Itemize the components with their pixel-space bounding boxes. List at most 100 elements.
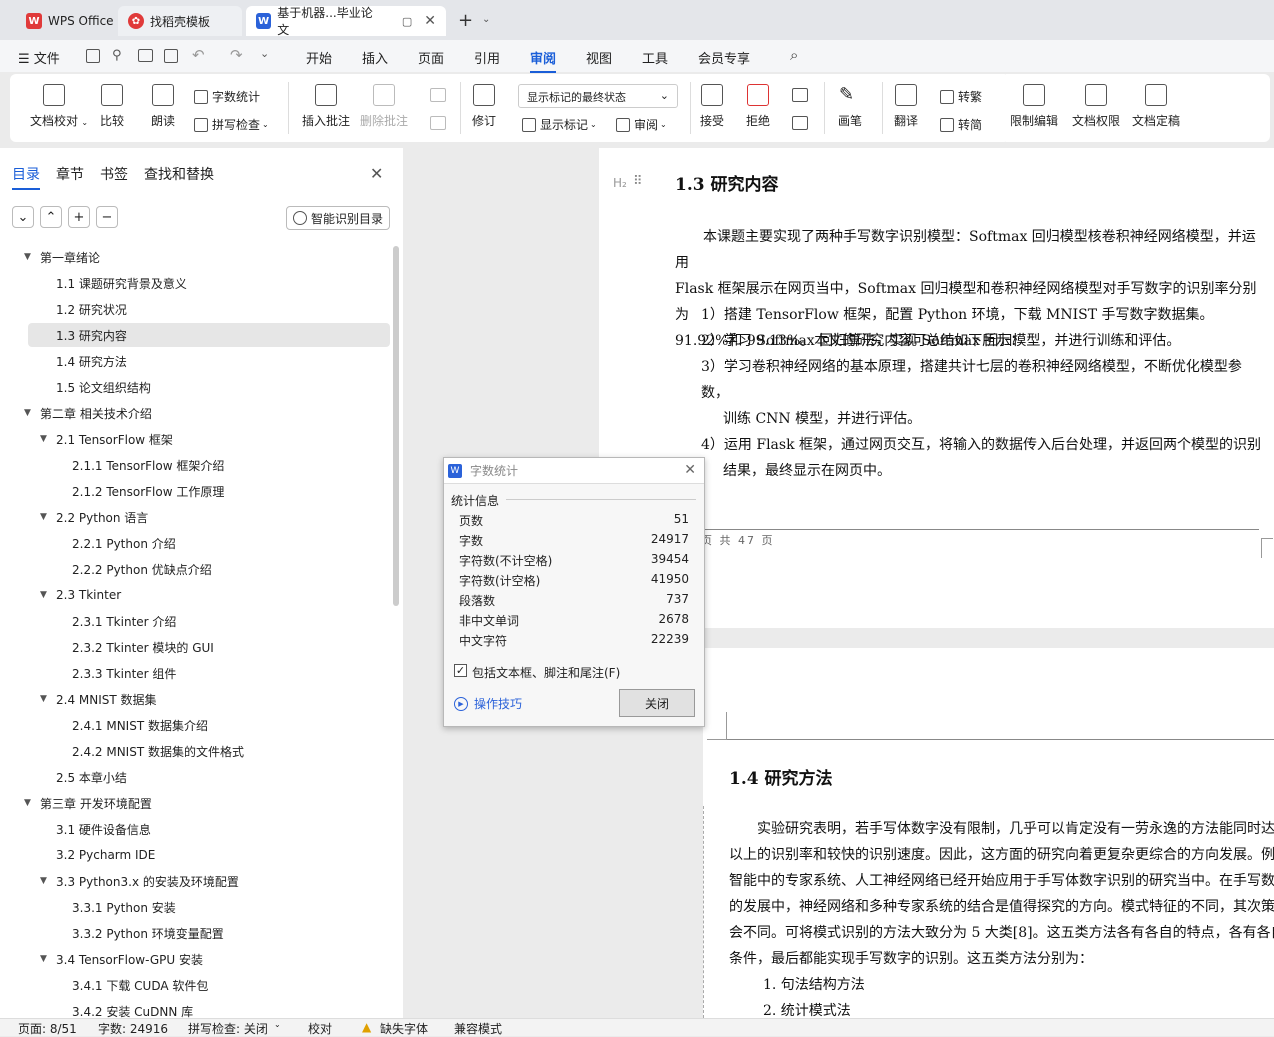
to-traditional-button[interactable]: 转繁: [940, 88, 982, 105]
status-spell-check[interactable]: 拼写检查: 关闭: [188, 1020, 268, 1037]
undo-icon[interactable]: ↶: [192, 46, 205, 64]
include-textbox-checkbox[interactable]: ✓: [454, 664, 467, 677]
accept-button[interactable]: 接受: [700, 84, 724, 129]
menu-item-tools[interactable]: 工具: [642, 48, 668, 67]
expand-button[interactable]: +: [68, 206, 90, 228]
dialog-titlebar[interactable]: W 字数统计 ✕: [444, 458, 704, 484]
tab-chapters[interactable]: 章节: [56, 164, 84, 190]
expand-arrow-icon[interactable]: ▼: [24, 798, 38, 808]
redo-icon[interactable]: ↷: [230, 46, 243, 64]
toc-item[interactable]: ▼ 第一章绪论: [24, 246, 100, 268]
close-pane-icon[interactable]: ✕: [370, 164, 383, 183]
prev-change-icon[interactable]: [792, 88, 808, 102]
tab-list-chevron-icon[interactable]: ⌄: [482, 14, 490, 25]
collapse-up-button[interactable]: ⌃: [40, 206, 62, 228]
toc-item[interactable]: ▼ 第二章 相关技术介绍: [24, 402, 152, 424]
expand-arrow-icon[interactable]: ▼: [40, 434, 54, 444]
quick-access-chevron-icon[interactable]: ⌄: [260, 47, 269, 60]
dialog-close-icon[interactable]: ✕: [684, 462, 696, 478]
toc-item[interactable]: 2.5 本章小结: [40, 766, 127, 788]
new-tab-button[interactable]: +: [458, 10, 473, 31]
toc-item[interactable]: 1.1 课题研究背景及意义: [40, 272, 187, 294]
search-icon[interactable]: ⌕: [790, 46, 798, 64]
expand-arrow-icon[interactable]: ▼: [24, 408, 38, 418]
next-comment-icon[interactable]: [430, 116, 446, 130]
restrict-edit-button[interactable]: 限制编辑: [1010, 84, 1058, 129]
toc-item[interactable]: ▼ 2.3 Tkinter: [40, 584, 121, 606]
menu-item-insert[interactable]: 插入: [362, 48, 388, 67]
to-simplified-button[interactable]: 转简: [940, 116, 982, 133]
expand-arrow-icon[interactable]: ▼: [40, 512, 54, 522]
menu-item-reference[interactable]: 引用: [474, 48, 500, 67]
tips-link[interactable]: ▶ 操作技巧: [454, 695, 522, 712]
tab-wps-office[interactable]: W WPS Office: [16, 6, 124, 36]
toc-item[interactable]: 1.3 研究内容: [40, 324, 127, 346]
word-count-button[interactable]: 字数统计: [194, 88, 260, 105]
toc-item[interactable]: 1.4 研究方法: [40, 350, 127, 372]
toc-scrollbar[interactable]: [393, 246, 399, 606]
menu-item-member[interactable]: 会员专享: [698, 48, 750, 67]
toc-item[interactable]: ▼ 2.1 TensorFlow 框架: [40, 428, 173, 450]
expand-arrow-icon[interactable]: ▼: [40, 876, 54, 886]
status-missing-font[interactable]: 缺失字体: [380, 1020, 428, 1037]
tab-toc[interactable]: 目录: [12, 164, 40, 190]
spell-chevron-icon[interactable]: ⌄: [274, 1020, 281, 1029]
menu-item-start[interactable]: 开始: [306, 48, 332, 67]
include-textbox-label[interactable]: 包括文本框、脚注和尾注(F): [472, 664, 620, 681]
show-markup-button[interactable]: 显示标记 ⌄: [522, 116, 597, 133]
close-button[interactable]: 关闭: [619, 689, 695, 717]
tab-window-icon[interactable]: ▢: [402, 15, 412, 28]
toc-item[interactable]: 2.1.2 TensorFlow 工作原理: [56, 480, 224, 502]
track-changes-button[interactable]: 修订: [472, 84, 496, 129]
translate-button[interactable]: 翻译: [894, 84, 918, 129]
smart-toc-button[interactable]: 智能识别目录: [286, 206, 390, 230]
print-preview-icon[interactable]: [164, 49, 178, 63]
expand-arrow-icon[interactable]: ▼: [40, 590, 54, 600]
compare-button[interactable]: 比较: [100, 84, 124, 129]
toc-item[interactable]: 2.2.2 Python 优缺点介绍: [56, 558, 212, 580]
toc-item[interactable]: 3.3.1 Python 安装: [56, 896, 176, 918]
toc-item[interactable]: 2.2.1 Python 介绍: [56, 532, 176, 554]
tab-close-icon[interactable]: ✕: [424, 13, 436, 29]
collapse-button[interactable]: −: [96, 206, 118, 228]
prev-comment-icon[interactable]: [430, 88, 446, 102]
spell-check-button[interactable]: 拼写检查 ⌄: [194, 116, 269, 133]
toc-item[interactable]: 2.3.1 Tkinter 介绍: [56, 610, 176, 632]
toc-item[interactable]: 2.4.2 MNIST 数据集的文件格式: [56, 740, 244, 762]
read-aloud-button[interactable]: 朗读: [151, 84, 175, 129]
status-proof[interactable]: 校对: [308, 1020, 332, 1037]
toc-item[interactable]: ▼ 2.4 MNIST 数据集: [40, 688, 157, 710]
expand-arrow-icon[interactable]: ▼: [24, 252, 38, 262]
toc-item[interactable]: 2.3.2 Tkinter 模块的 GUI: [56, 636, 214, 658]
doc-proof-button[interactable]: 文档校对 ⌄: [30, 84, 88, 129]
insert-comment-button[interactable]: 插入批注: [302, 84, 350, 129]
toc-item[interactable]: ▼ 3.4 TensorFlow-GPU 安装: [40, 948, 203, 970]
toc-item[interactable]: ▼ 3.3 Python3.x 的安装及环境配置: [40, 870, 239, 892]
expand-arrow-icon[interactable]: ▼: [40, 954, 54, 964]
menu-item-page[interactable]: 页面: [418, 48, 444, 67]
save-icon[interactable]: [86, 49, 100, 63]
share-icon[interactable]: ⚲: [112, 48, 122, 63]
expand-arrow-icon[interactable]: ▼: [40, 694, 54, 704]
doc-permission-button[interactable]: 文档权限: [1072, 84, 1120, 129]
toc-item[interactable]: ▼ 2.2 Python 语言: [40, 506, 148, 528]
doc-finalize-button[interactable]: 文档定稿: [1132, 84, 1180, 129]
status-page[interactable]: 页面: 8/51: [18, 1020, 77, 1037]
drag-handle-icon[interactable]: ⠿: [633, 174, 643, 189]
menu-item-view[interactable]: 视图: [586, 48, 612, 67]
toc-item[interactable]: ▼ 第三章 开发环境配置: [24, 792, 152, 814]
toc-item[interactable]: 3.3.2 Python 环境变量配置: [56, 922, 224, 944]
status-word-count[interactable]: 字数: 24916: [98, 1020, 168, 1037]
tab-find-replace[interactable]: 查找和替换: [144, 164, 214, 190]
pen-button[interactable]: ✎ 画笔: [838, 84, 862, 129]
next-change-icon[interactable]: [792, 116, 808, 130]
toc-item[interactable]: 3.2 Pycharm IDE: [40, 844, 155, 866]
collapse-down-button[interactable]: ⌄: [12, 206, 34, 228]
toc-item[interactable]: 1.5 论文组织结构: [40, 376, 151, 398]
tab-template[interactable]: ✿ 找稻壳模板: [118, 6, 242, 36]
print-icon[interactable]: [138, 49, 153, 62]
toc-item[interactable]: 2.4.1 MNIST 数据集介绍: [56, 714, 208, 736]
file-menu[interactable]: ☰ 文件: [18, 48, 60, 67]
tab-bookmarks[interactable]: 书签: [100, 164, 128, 190]
toc-item[interactable]: 2.1.1 TensorFlow 框架介绍: [56, 454, 224, 476]
